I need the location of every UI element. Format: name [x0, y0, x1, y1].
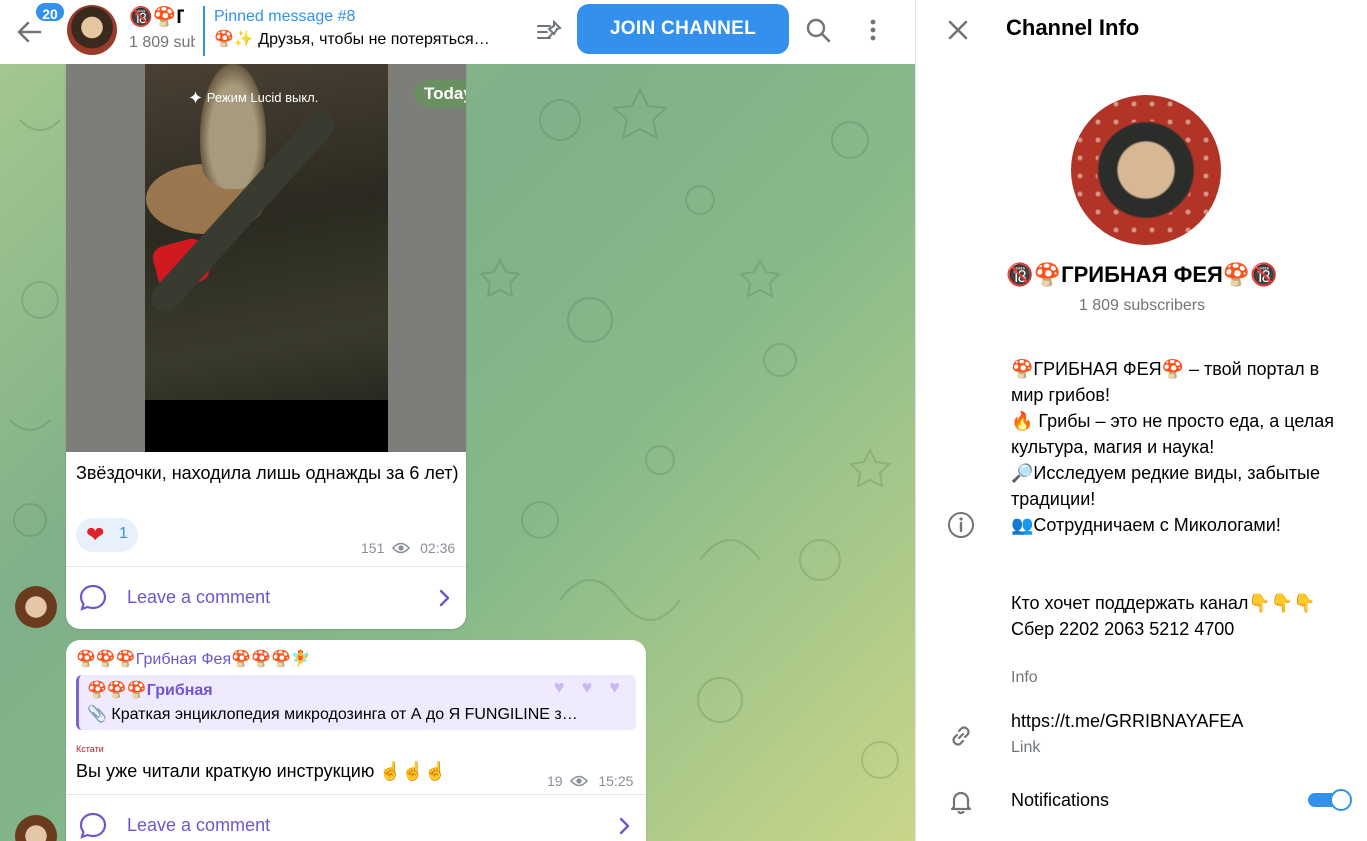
chat-header: 20 🔞🍄ГРИБНАЯ ФЕЯ🍄🔞 1 809 subscribers Pin…	[0, 0, 915, 64]
pinned-text: 🍄✨ Друзья, чтобы не потеряться…	[214, 31, 490, 48]
video-overlay-label: Режим Lucid выкл.	[206, 90, 319, 105]
reply-text: 📎 Краткая энциклопедия микродозинга от А…	[87, 706, 578, 723]
leave-comment-button[interactable]: Leave a comment	[66, 794, 646, 841]
channel-info-panel: Channel Info 🔞🍄ГРИБНАЯ ФЕЯ🍄🔞 1 809 subsc…	[915, 0, 1367, 841]
comment-label: Leave a comment	[127, 587, 271, 607]
channel-subscribers: 1 809 subscribers	[1078, 297, 1206, 314]
small-label: Кстати	[76, 744, 104, 754]
view-count: 151	[361, 540, 385, 556]
close-button[interactable]	[942, 14, 974, 46]
message-meta: 19 15:25	[547, 773, 633, 789]
message-meta: 151 02:36	[361, 540, 455, 556]
chat-area: 20 🔞🍄ГРИБНАЯ ФЕЯ🍄🔞 1 809 subscribers Pin…	[0, 0, 915, 841]
date-badge: Today	[414, 80, 466, 108]
chevron-right-icon	[439, 589, 450, 607]
channel-avatar[interactable]	[67, 5, 117, 55]
sparkle-icon: ✦	[188, 88, 204, 108]
close-icon	[948, 20, 968, 40]
bell-icon	[950, 791, 972, 815]
link-icon	[952, 726, 970, 746]
comment-label: Leave a comment	[127, 815, 271, 835]
subscriber-count: 1 809 subscribers	[129, 34, 195, 51]
message-author[interactable]: 🍄🍄🍄Грибная Фея🍄🍄🍄🧚	[76, 649, 311, 669]
message-bubble[interactable]: 🍄🍄🍄Грибная Фея🍄🍄🍄🧚 ♥ ♥ ♥ 🍄🍄🍄Грибная 📎 Кр…	[66, 640, 646, 841]
pin-list-icon	[537, 19, 562, 39]
message-video[interactable]: ✦ Режим Lucid выкл. Today	[66, 64, 466, 452]
reply-author: 🍄🍄🍄Грибная	[87, 682, 213, 699]
pinned-list-button[interactable]	[530, 14, 566, 50]
heart-icon: ❤	[86, 522, 105, 547]
leave-comment-button[interactable]: Leave a comment	[66, 566, 466, 628]
view-count: 19	[547, 773, 563, 789]
panel-title: Channel Info	[1006, 15, 1140, 40]
pinned-message[interactable]: Pinned message #8 🍄✨ Друзья, чтобы не по…	[203, 6, 523, 56]
forwarded-reply[interactable]: ♥ ♥ ♥ 🍄🍄🍄Грибная 📎 Краткая энциклопедия …	[76, 675, 636, 730]
message-time: 02:36	[420, 540, 456, 556]
chevron-right-icon	[619, 817, 630, 835]
more-vertical-icon	[870, 19, 876, 41]
video-nav-bar	[145, 400, 388, 452]
toggle-knob	[1330, 789, 1352, 811]
join-channel-button[interactable]: JOIN CHANNEL	[577, 4, 789, 54]
message-text: Вы уже читали краткую инструкцию ☝☝☝	[76, 761, 447, 781]
channel-description[interactable]: 🍄ГРИБНАЯ ФЕЯ🍄 – твой портал в мир грибов…	[1011, 356, 1346, 642]
comment-icon	[79, 584, 107, 611]
telegram-app: 20 🔞🍄ГРИБНАЯ ФЕЯ🍄🔞 1 809 subscribers Pin…	[0, 0, 1367, 841]
description-label: Info	[1011, 669, 1038, 686]
reaction-count: 1	[119, 525, 128, 542]
author-avatar[interactable]	[15, 586, 57, 628]
video-mushroom-cap	[200, 64, 266, 189]
eye-icon	[570, 775, 589, 787]
info-icon	[948, 512, 974, 538]
channel-name: 🔞🍄ГРИБНАЯ ФЕЯ🍄🔞	[1006, 262, 1278, 287]
link-label: Link	[1011, 739, 1041, 756]
search-button[interactable]	[800, 12, 836, 48]
channel-title[interactable]: 🔞🍄ГРИБНАЯ ФЕЯ🍄🔞	[129, 5, 184, 29]
notifications-toggle[interactable]	[1308, 789, 1354, 811]
heart-pattern-icon: ♥ ♥ ♥	[553, 677, 626, 697]
video-overlay-text: ✦ Режим Lucid выкл.	[188, 88, 318, 109]
search-icon	[806, 18, 831, 43]
unread-badge: 20	[34, 1, 66, 23]
channel-avatar-large[interactable]	[1071, 95, 1221, 245]
notifications-label: Notifications	[1011, 790, 1110, 810]
eye-icon	[392, 542, 411, 554]
reaction-chip[interactable]: ❤ 1	[76, 518, 138, 552]
message-time: 15:25	[598, 773, 634, 789]
message-caption: Звёздочки, находила лишь однажды за 6 ле…	[76, 463, 459, 483]
channel-link[interactable]: https://t.me/GRRIBNAYAFEA	[1011, 711, 1243, 732]
pinned-label: Pinned message #8	[214, 8, 356, 25]
more-menu-button[interactable]	[855, 12, 891, 48]
comment-icon	[79, 812, 107, 839]
message-bubble[interactable]: ✦ Режим Lucid выкл. Today Звёздочки, нах…	[66, 64, 466, 629]
